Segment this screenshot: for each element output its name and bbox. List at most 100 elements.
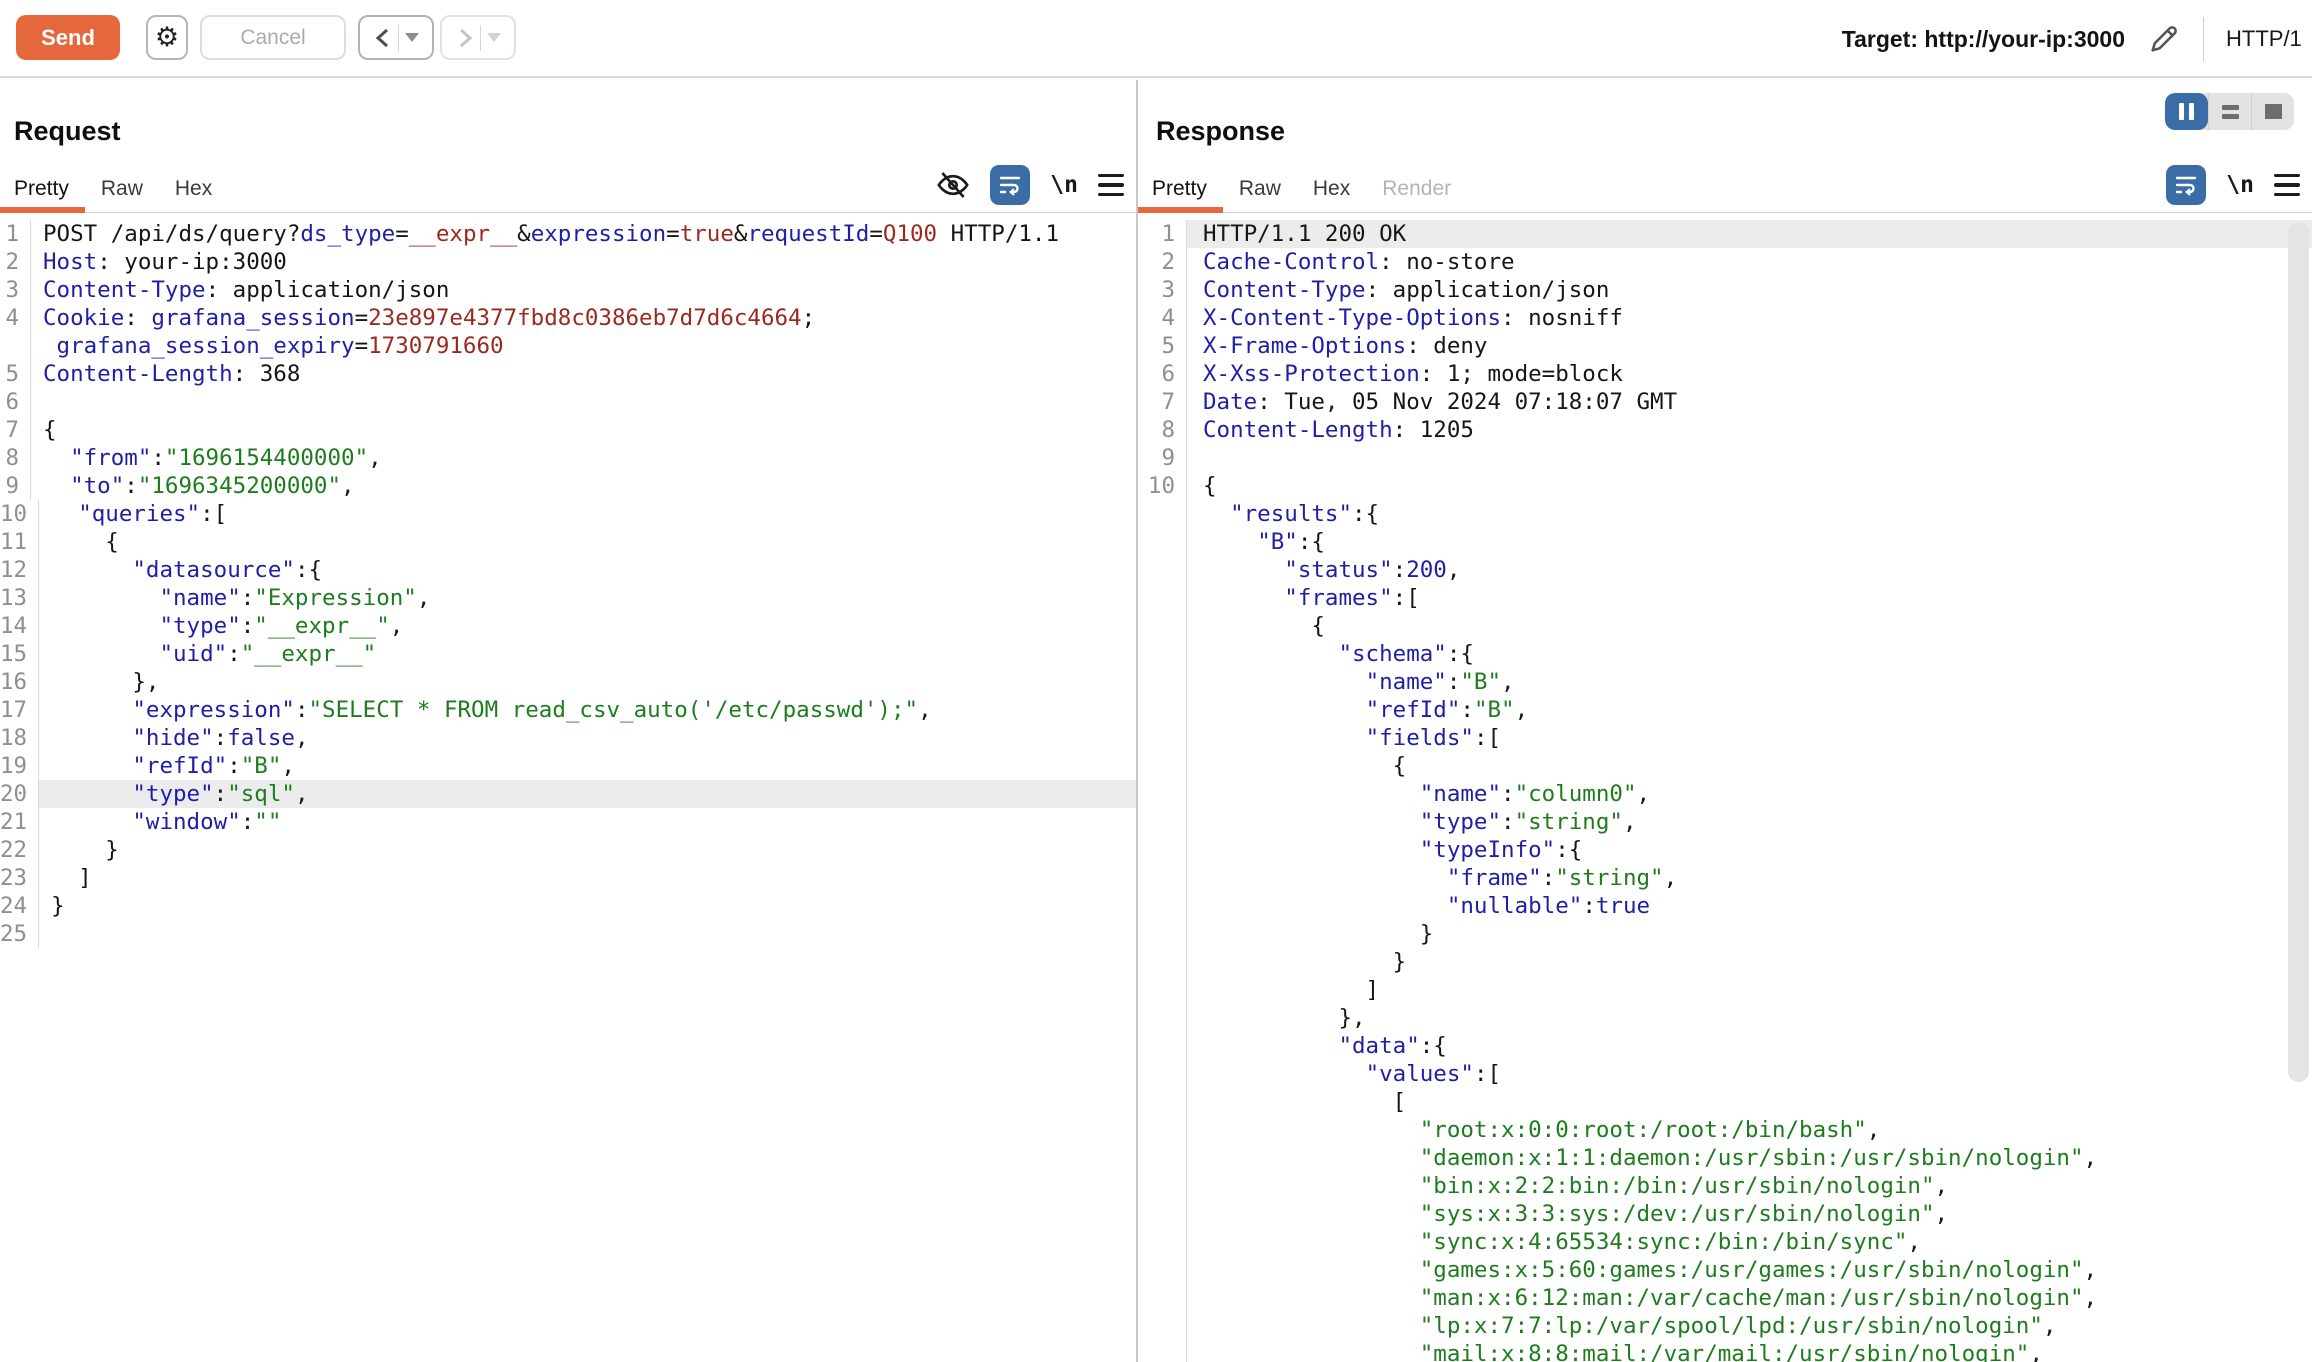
code-line[interactable]: "games:x:5:60:games:/usr/games:/usr/sbin… <box>1138 1256 2312 1284</box>
code-line[interactable]: 19 "refId":"B", <box>0 752 1136 780</box>
tab-response-hex[interactable]: Hex <box>1297 166 1366 212</box>
code-text: ] <box>39 864 1136 892</box>
code-line[interactable]: 25 <box>0 920 1136 948</box>
line-number: 20 <box>0 780 39 808</box>
code-line[interactable]: "sync:x:4:65534:sync:/bin:/bin/sync", <box>1138 1228 2312 1256</box>
editor-menu-icon[interactable] <box>1098 174 1124 197</box>
tab-response-raw[interactable]: Raw <box>1223 166 1297 212</box>
code-line[interactable]: "values":[ <box>1138 1060 2312 1088</box>
code-line[interactable]: 16 }, <box>0 668 1136 696</box>
code-line[interactable]: "name":"column0", <box>1138 780 2312 808</box>
code-line[interactable]: } <box>1138 948 2312 976</box>
code-line[interactable]: 4X-Content-Type-Options: nosniff <box>1138 304 2312 332</box>
newline-toggle-icon[interactable]: \n <box>2226 172 2254 198</box>
code-line[interactable]: 7{ <box>0 416 1136 444</box>
code-line[interactable]: { <box>1138 612 2312 640</box>
word-wrap-toggle-button[interactable] <box>990 165 1030 205</box>
code-line[interactable]: "root:x:0:0:root:/root:/bin/bash", <box>1138 1116 2312 1144</box>
code-line[interactable]: 6X-Xss-Protection: 1; mode=block <box>1138 360 2312 388</box>
code-line[interactable]: 14 "type":"__expr__", <box>0 612 1136 640</box>
response-editor[interactable]: 1HTTP/1.1 200 OK2Cache-Control: no-store… <box>1138 214 2312 1362</box>
code-line[interactable]: 9 "to":"1696345200000", <box>0 472 1136 500</box>
code-line[interactable]: "type":"string", <box>1138 808 2312 836</box>
code-line[interactable]: 7Date: Tue, 05 Nov 2024 07:18:07 GMT <box>1138 388 2312 416</box>
code-line[interactable]: 23 ] <box>0 864 1136 892</box>
code-line[interactable]: 13 "name":"Expression", <box>0 584 1136 612</box>
code-line[interactable]: 6 <box>0 388 1136 416</box>
code-line[interactable]: "typeInfo":{ <box>1138 836 2312 864</box>
tab-request-hex[interactable]: Hex <box>159 166 228 212</box>
code-line[interactable]: 8Content-Length: 1205 <box>1138 416 2312 444</box>
send-button[interactable]: Send <box>16 15 120 60</box>
code-line[interactable]: 9 <box>1138 444 2312 472</box>
code-line[interactable]: 15 "uid":"__expr__" <box>0 640 1136 668</box>
forward-button[interactable] <box>440 15 516 60</box>
code-line[interactable]: 11 { <box>0 528 1136 556</box>
code-line[interactable]: 3Content-Type: application/json <box>0 276 1136 304</box>
code-line[interactable]: 2Cache-Control: no-store <box>1138 248 2312 276</box>
code-line[interactable]: 22 } <box>0 836 1136 864</box>
code-line[interactable]: 4Cookie: grafana_session=23e897e4377fbd8… <box>0 304 1136 332</box>
code-line[interactable]: "daemon:x:1:1:daemon:/usr/sbin:/usr/sbin… <box>1138 1144 2312 1172</box>
pencil-icon[interactable] <box>2147 22 2181 56</box>
line-number <box>1138 1172 1187 1200</box>
line-number: 7 <box>1138 388 1187 416</box>
settings-button[interactable]: ⚙ <box>146 15 188 60</box>
code-line[interactable]: ] <box>1138 976 2312 1004</box>
code-line[interactable]: "status":200, <box>1138 556 2312 584</box>
eye-slash-icon[interactable] <box>936 168 970 202</box>
code-line[interactable]: 10 "queries":[ <box>0 500 1136 528</box>
code-line[interactable]: "bin:x:2:2:bin:/bin:/usr/sbin/nologin", <box>1138 1172 2312 1200</box>
code-line[interactable]: 12 "datasource":{ <box>0 556 1136 584</box>
code-line[interactable]: 1POST /api/ds/query?ds_type=__expr__&exp… <box>0 220 1136 248</box>
back-history-dropdown-icon[interactable] <box>405 33 419 42</box>
code-line[interactable]: "fields":[ <box>1138 724 2312 752</box>
line-number: 9 <box>0 472 31 500</box>
newline-toggle-icon[interactable]: \n <box>1050 172 1078 198</box>
response-scrollbar-thumb[interactable] <box>2288 222 2309 1082</box>
http-version-selector[interactable]: HTTP/1 <box>2226 26 2312 52</box>
code-line[interactable]: 24} <box>0 892 1136 920</box>
code-line[interactable]: 18 "hide":false, <box>0 724 1136 752</box>
tab-request-pretty[interactable]: Pretty <box>0 166 85 212</box>
code-line[interactable]: "B":{ <box>1138 528 2312 556</box>
code-line[interactable]: { <box>1138 752 2312 780</box>
code-line[interactable]: "data":{ <box>1138 1032 2312 1060</box>
code-line[interactable]: 5X-Frame-Options: deny <box>1138 332 2312 360</box>
code-line[interactable]: } <box>1138 920 2312 948</box>
tab-response-pretty[interactable]: Pretty <box>1138 166 1223 212</box>
code-line[interactable]: "mail:x:8:8:mail:/var/mail:/usr/sbin/nol… <box>1138 1340 2312 1362</box>
word-wrap-toggle-button[interactable] <box>2166 165 2206 205</box>
code-line[interactable]: 10{ <box>1138 472 2312 500</box>
code-line[interactable]: "lp:x:7:7:lp:/var/spool/lpd:/usr/sbin/no… <box>1138 1312 2312 1340</box>
code-line[interactable]: 5Content-Length: 368 <box>0 360 1136 388</box>
code-line[interactable]: "frame":"string", <box>1138 864 2312 892</box>
code-line[interactable]: "results":{ <box>1138 500 2312 528</box>
code-line[interactable]: "nullable":true <box>1138 892 2312 920</box>
back-button[interactable] <box>358 15 434 60</box>
cancel-button[interactable]: Cancel <box>200 15 346 60</box>
code-line[interactable]: 8 "from":"1696154400000", <box>0 444 1136 472</box>
code-line[interactable]: 1HTTP/1.1 200 OK <box>1138 220 2312 248</box>
code-line[interactable]: "frames":[ <box>1138 584 2312 612</box>
line-number: 7 <box>0 416 31 444</box>
code-line[interactable]: grafana_session_expiry=1730791660 <box>0 332 1136 360</box>
code-line[interactable]: 17 "expression":"SELECT * FROM read_csv_… <box>0 696 1136 724</box>
code-line[interactable]: "sys:x:3:3:sys:/dev:/usr/sbin/nologin", <box>1138 1200 2312 1228</box>
editor-menu-icon[interactable] <box>2274 174 2300 197</box>
forward-history-dropdown-icon[interactable] <box>487 33 501 42</box>
line-number: 14 <box>0 612 39 640</box>
code-line[interactable]: 20 "type":"sql", <box>0 780 1136 808</box>
code-line[interactable]: "schema":{ <box>1138 640 2312 668</box>
tab-request-raw[interactable]: Raw <box>85 166 159 212</box>
code-line[interactable]: "refId":"B", <box>1138 696 2312 724</box>
code-line[interactable]: "man:x:6:12:man:/var/cache/man:/usr/sbin… <box>1138 1284 2312 1312</box>
code-line[interactable]: }, <box>1138 1004 2312 1032</box>
code-text: Content-Type: application/json <box>1187 276 2312 304</box>
code-line[interactable]: 2Host: your-ip:3000 <box>0 248 1136 276</box>
code-line[interactable]: 21 "window":"" <box>0 808 1136 836</box>
code-line[interactable]: "name":"B", <box>1138 668 2312 696</box>
code-line[interactable]: 3Content-Type: application/json <box>1138 276 2312 304</box>
request-editor[interactable]: 1POST /api/ds/query?ds_type=__expr__&exp… <box>0 214 1136 1362</box>
code-line[interactable]: [ <box>1138 1088 2312 1116</box>
